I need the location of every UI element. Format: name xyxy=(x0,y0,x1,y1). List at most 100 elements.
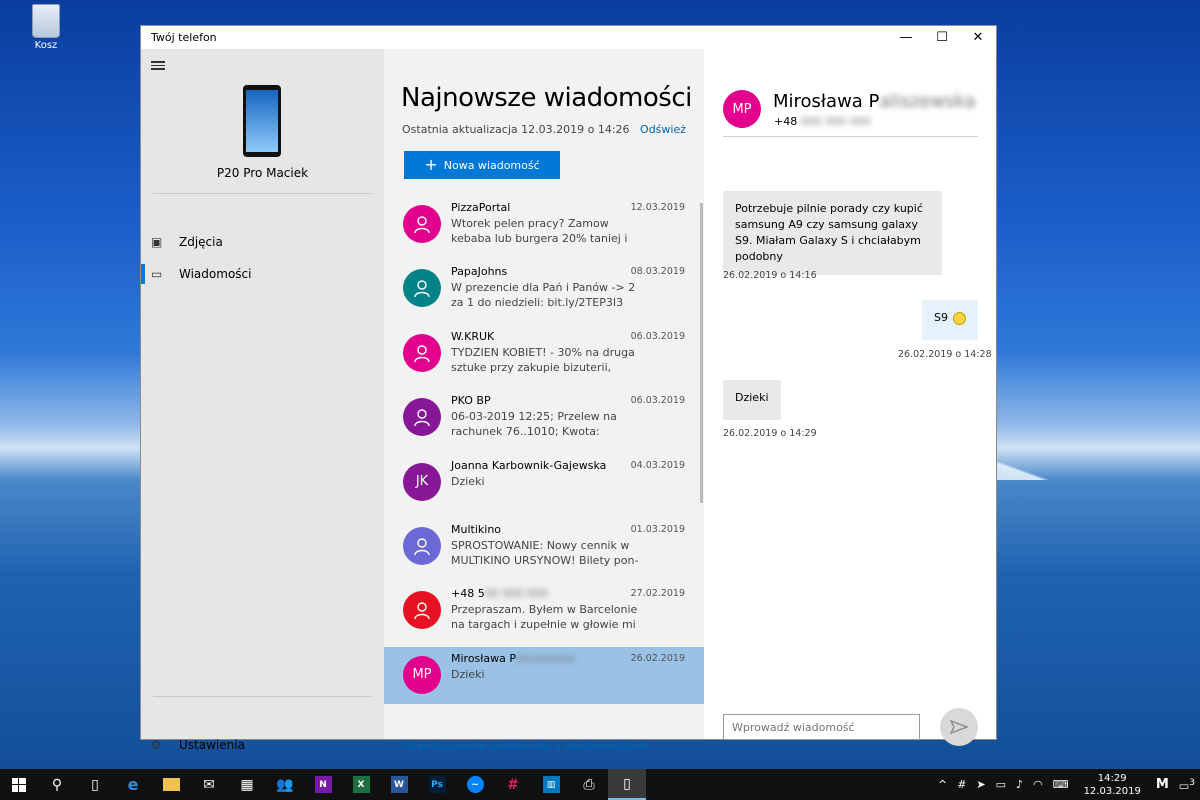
message-bubble-in: Potrzebuje pilnie porady czy kupić samsu… xyxy=(723,191,942,275)
task-view-icon[interactable]: ▯ xyxy=(76,769,114,800)
refresh-link[interactable]: Odśwież xyxy=(640,123,686,136)
file-explorer-icon[interactable] xyxy=(152,769,190,800)
redacted-text: aliszewska xyxy=(516,651,575,665)
person-icon xyxy=(414,345,430,362)
window-title: Twój telefon xyxy=(151,31,217,44)
last-update-text: Ostatnia aktualizacja 12.03.2019 o 14:26 xyxy=(402,123,630,136)
conversation-date: 27.02.2019 xyxy=(630,588,685,600)
conversation-name: W.KRUK xyxy=(451,330,494,343)
conversation-name-text: Joanna Karbownik-Gajewska xyxy=(451,458,607,472)
conversation-date: 12.03.2019 xyxy=(630,202,685,213)
conversation-item[interactable]: PizzaPortal 12.03.2019 Wtorek pelen pracy?… xyxy=(384,196,704,260)
messenger-icon[interactable]: ~ xyxy=(456,769,494,800)
conversation-item[interactable]: +48 500 000 000 27.02.2019 Przepraszam. By… xyxy=(384,582,704,646)
minimize-button[interactable]: — xyxy=(888,26,924,49)
message-bubble-out: S9 xyxy=(922,300,979,340)
app-tray-icon[interactable]: M xyxy=(1151,777,1174,792)
clock[interactable]: 14:29 12.03.2019 xyxy=(1074,772,1151,798)
close-button[interactable]: ✕ xyxy=(960,26,996,49)
trello-icon[interactable]: ▥ xyxy=(532,769,570,800)
send-button[interactable] xyxy=(940,708,978,746)
conversation-preview: W prezencie dla Pań i Panów -> 2 za 1 do… xyxy=(451,281,636,310)
contact-avatar xyxy=(403,205,441,243)
search-icon[interactable]: ⚲ xyxy=(38,769,76,800)
smiley-emoji-icon xyxy=(953,311,967,325)
conversation-preview: TYDZIEN KOBIET! - 30% na druga sztuke pr… xyxy=(451,345,635,374)
gear-icon: ⚙ xyxy=(151,738,162,752)
conversation-list: PizzaPortal 12.03.2019 Wtorek pelen pracy?… xyxy=(384,196,704,704)
conversation-item[interactable]: MP Mirosława Paliszewska 26.02.2019 Dzieki xyxy=(384,646,704,704)
printer-icon[interactable]: ⎙ xyxy=(570,769,608,800)
sidebar-item-photos[interactable]: ▣ Zdjęcia xyxy=(141,226,384,258)
conversation-item[interactable]: Multikino 01.03.2019 SPROSTOWANIE: Nowy ce… xyxy=(384,518,704,582)
recycle-bin-icon xyxy=(32,4,60,38)
calendar-icon[interactable]: ▦ xyxy=(228,769,266,800)
chevron-up-icon[interactable]: ^ xyxy=(933,778,952,791)
message-bubble-in: Dzieki xyxy=(723,380,781,420)
conversation-date: 08.03.2019 xyxy=(630,266,685,278)
contact-name: Mirosława Paliszewska xyxy=(773,91,976,112)
sidebar-item-settings[interactable]: ⚙ Ustawienia xyxy=(141,729,384,761)
scrollbar[interactable] xyxy=(700,203,703,503)
maximize-button[interactable]: ☐ xyxy=(924,26,960,49)
contact-avatar: JK xyxy=(403,462,441,501)
person-icon xyxy=(414,409,430,427)
conversation-name: Multikino xyxy=(451,523,501,536)
conversation-date: 06.03.2019 xyxy=(630,330,685,342)
title-bar[interactable]: Twój telefon — ☐ ✕ xyxy=(141,26,996,49)
notification-icon[interactable]: ▭3 xyxy=(1174,777,1200,793)
conversation-date: 04.03.2019 xyxy=(630,459,685,471)
battery-icon[interactable]: ▭ xyxy=(991,778,1011,791)
hamburger-menu-icon[interactable] xyxy=(151,59,165,72)
page-title: Najnowsze wiadomości xyxy=(401,83,692,113)
conversation-item[interactable]: JK Joanna Karbownik-Gajewska 04.03.2019 Dzi… xyxy=(384,454,704,518)
your-phone-window: Twój telefon — ☐ ✕ P20 Pro Maciek ▣ Zdję… xyxy=(140,25,997,753)
person-icon xyxy=(414,280,430,298)
photoshop-icon[interactable]: Ps xyxy=(418,769,456,800)
message-text: S9 xyxy=(934,311,948,324)
conversation-date: 26.02.2019 xyxy=(630,652,685,664)
contact-avatar xyxy=(403,526,441,565)
photos-icon: ▣ xyxy=(151,235,163,249)
telegram-icon[interactable]: ➤ xyxy=(971,778,990,791)
contact-avatar xyxy=(403,269,441,308)
slack-tray-icon[interactable]: # xyxy=(952,778,971,791)
divider xyxy=(153,193,371,194)
your-phone-taskbar-icon[interactable]: ▯ xyxy=(608,769,646,800)
redacted-text: 00 000 000 xyxy=(484,587,548,601)
slack-icon[interactable]: # xyxy=(494,769,532,800)
wifi-icon[interactable]: ◠ xyxy=(1028,778,1048,791)
troubleshoot-link[interactable]: Rozwiązywanie problemów z wiadomościami xyxy=(403,740,649,753)
excel-icon[interactable]: X xyxy=(342,769,380,800)
conversation-item[interactable]: W.KRUK 06.03.2019 TYDZIEN KOBIET! - 30% na… xyxy=(384,325,704,389)
message-input[interactable] xyxy=(723,714,920,740)
people-icon[interactable]: 👥 xyxy=(266,769,304,800)
edge-browser-icon[interactable]: e xyxy=(114,769,152,800)
contact-avatar xyxy=(403,333,441,372)
conversation-item[interactable]: PKO BP 06.03.2019 06-03-2019 12:25; Przele… xyxy=(384,389,704,453)
start-button[interactable] xyxy=(0,769,38,800)
sidebar-item-messages[interactable]: ▭ Wiadomości xyxy=(141,258,384,290)
device-name: P20 Pro Maciek xyxy=(216,166,309,180)
redacted-text: 000 000 000 xyxy=(800,115,871,128)
word-icon[interactable]: W xyxy=(380,769,418,800)
person-icon xyxy=(414,538,430,556)
sidebar-item-label: Wiadomości xyxy=(179,267,252,281)
notification-count: 3 xyxy=(1189,776,1195,788)
conversation-name: PKO BP xyxy=(451,394,491,407)
new-message-button[interactable]: + Nowa wiadomość xyxy=(404,151,560,179)
sidebar-item-label: Ustawienia xyxy=(179,738,245,752)
onenote-icon[interactable]: N xyxy=(304,769,342,800)
send-icon xyxy=(950,720,968,734)
volume-icon[interactable]: ♪ xyxy=(1011,778,1028,791)
keyboard-icon[interactable]: ⌨ xyxy=(1048,778,1074,791)
conversation-item[interactable]: PapaJohns 08.03.2019 W prezencie dla Pań i… xyxy=(384,260,704,324)
conversation-name-text: PKO BP xyxy=(451,394,491,408)
recycle-bin[interactable]: Kosz xyxy=(26,4,66,51)
mail-icon[interactable]: ✉ xyxy=(190,769,228,800)
conversation-date: 06.03.2019 xyxy=(630,395,685,407)
conversation-preview: Dzieki xyxy=(451,474,485,488)
message-timestamp: 26.02.2019 o 14:16 xyxy=(723,270,817,281)
conversation-list-pane: Najnowsze wiadomości Ostatnia aktualizac… xyxy=(384,49,704,753)
conversation-preview: 06-03-2019 12:25; Przelew na rachunek 76… xyxy=(451,410,617,439)
